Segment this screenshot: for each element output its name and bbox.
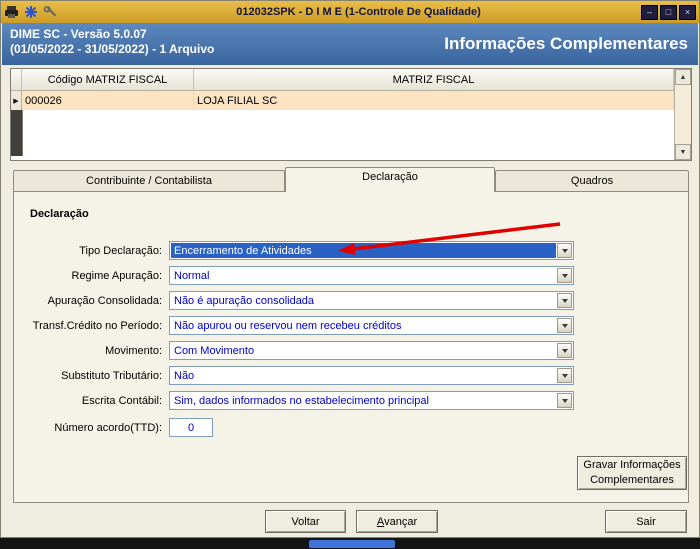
window-title: 012032SPK - D I M E (1-Controle De Quali…	[236, 6, 481, 18]
scroll-down-button[interactable]: ▼	[675, 144, 691, 160]
combo-value: Com Movimento	[174, 344, 255, 357]
taskbar-item[interactable]	[309, 540, 395, 548]
chevron-down-icon	[561, 273, 568, 278]
section-title: Informações Complementares	[444, 34, 688, 53]
screen: 012032SPK - D I M E (1-Controle De Quali…	[0, 0, 700, 549]
regime-apuracao-combobox[interactable]: Normal	[169, 266, 574, 285]
wrench-icon	[43, 6, 57, 17]
close-icon: ×	[684, 6, 691, 17]
grid-header-row: Código MATRIZ FISCAL MATRIZ FISCAL	[11, 69, 674, 91]
close-button[interactable]: ×	[679, 4, 696, 20]
grid-indicator-header	[11, 69, 22, 90]
field-label: Regime Apuração:	[71, 270, 163, 282]
numero-acordo-ttd-input[interactable]	[169, 418, 213, 437]
minimize-button[interactable]: –	[641, 4, 658, 20]
grid-indicator-column	[11, 110, 23, 156]
snowflake-icon	[25, 6, 37, 18]
chevron-down-icon	[561, 248, 568, 253]
chevron-down-icon	[561, 373, 568, 378]
field-label: Movimento:	[105, 345, 162, 357]
field-label: Escrita Contábil:	[81, 395, 162, 407]
gravar-informacoes-button[interactable]: Gravar Informações Complementares	[577, 456, 687, 490]
combo-value: Não é apuração consolidada	[174, 294, 315, 307]
current-row-marker-icon: ▶	[13, 98, 19, 105]
titlebar[interactable]: 012032SPK - D I M E (1-Controle De Quali…	[1, 1, 699, 23]
row-indicator-cell: ▶	[11, 91, 22, 111]
movimento-combobox[interactable]: Com Movimento	[169, 341, 574, 360]
combo-value: Sim, dados informados no estabelecimento…	[174, 394, 429, 407]
field-label: Transf.Crédito no Período:	[32, 320, 162, 332]
field-label: Tipo Declaração:	[79, 245, 162, 257]
field-row-escrita-contabil: Escrita Contábil: Sim, dados informados …	[14, 391, 688, 411]
header-banner: DIME SC - Versão 5.0.07 (01/05/2022 - 31…	[2, 23, 698, 65]
avancar-button[interactable]: Avançar	[356, 510, 438, 533]
transf-credito-combobox[interactable]: Não apurou ou reservou nem recebeu crédi…	[169, 316, 574, 335]
cell-codigo: 000026	[22, 91, 194, 111]
grid-body: Código MATRIZ FISCAL MATRIZ FISCAL ▶ 000…	[11, 69, 674, 160]
cell-matriz: LOJA FILIAL SC	[194, 91, 674, 111]
chevron-down-icon	[561, 323, 568, 328]
taskbar-strip	[0, 538, 700, 549]
field-row-substituto-tributario: Substituto Tributário: Não	[14, 366, 688, 386]
chevron-down-icon	[561, 298, 568, 303]
escrita-contabil-combobox[interactable]: Sim, dados informados no estabelecimento…	[169, 391, 574, 410]
grid-row-selected[interactable]: ▶ 000026 LOJA FILIAL SC	[11, 91, 674, 112]
voltar-button[interactable]: Voltar	[265, 510, 346, 533]
combo-value: Não	[174, 369, 195, 382]
field-label: Número acordo(TTD):	[54, 422, 162, 434]
field-row-movimento: Movimento: Com Movimento	[14, 341, 688, 361]
apuracao-consolidada-combobox[interactable]: Não é apuração consolidada	[169, 291, 574, 310]
minimize-icon: –	[646, 6, 652, 17]
sair-button[interactable]: Sair	[605, 510, 687, 533]
field-row-numero-acordo-ttd: Número acordo(TTD):	[14, 418, 688, 438]
dropdown-arrow-button[interactable]	[557, 368, 572, 383]
printer-icon	[5, 6, 18, 18]
tab-panel-declaracao: Declaração Tipo Declaração: Encerramento…	[13, 191, 689, 503]
dropdown-arrow-button[interactable]	[557, 243, 572, 258]
combo-value: Normal	[174, 269, 210, 282]
grid-vscrollbar[interactable]: ▲ ▼	[674, 69, 691, 160]
column-header-codigo[interactable]: Código MATRIZ FISCAL	[22, 69, 194, 90]
scroll-up-icon: ▲	[679, 73, 687, 81]
field-row-transf-credito: Transf.Crédito no Período: Não apurou ou…	[14, 316, 688, 336]
tab-declaracao[interactable]: Declaração	[285, 167, 495, 192]
field-row-tipo-declaracao: Tipo Declaração: Encerramento de Ativida…	[14, 241, 688, 261]
matriz-grid: Código MATRIZ FISCAL MATRIZ FISCAL ▶ 000…	[10, 68, 692, 161]
field-label: Apuração Consolidada:	[47, 295, 162, 307]
tipo-declaracao-combobox[interactable]: Encerramento de Atividades	[169, 241, 574, 260]
group-title: Declaração	[30, 208, 89, 220]
field-label: Substituto Tributário:	[61, 370, 162, 382]
dropdown-arrow-button[interactable]	[557, 393, 572, 408]
scroll-down-icon: ▼	[679, 148, 687, 156]
tab-bar: Contribuinte / Contabilista Declaração Q…	[13, 166, 689, 192]
app-window: 012032SPK - D I M E (1-Controle De Quali…	[0, 0, 700, 538]
scroll-track[interactable]	[675, 85, 691, 144]
chevron-down-icon	[561, 348, 568, 353]
window-controls: – □ ×	[641, 4, 696, 20]
field-row-apuracao-consolidada: Apuração Consolidada: Não é apuração con…	[14, 291, 688, 311]
combo-value: Não apurou ou reservou nem recebeu crédi…	[174, 319, 402, 332]
tab-contribuinte-contabilista[interactable]: Contribuinte / Contabilista	[13, 170, 285, 191]
dropdown-arrow-button[interactable]	[557, 318, 572, 333]
field-row-regime-apuracao: Regime Apuração: Normal	[14, 266, 688, 286]
substituto-tributario-combobox[interactable]: Não	[169, 366, 574, 385]
dropdown-arrow-button[interactable]	[557, 293, 572, 308]
chevron-down-icon	[561, 398, 568, 403]
scroll-up-button[interactable]: ▲	[675, 69, 691, 85]
column-header-matriz[interactable]: MATRIZ FISCAL	[194, 69, 674, 90]
dropdown-arrow-button[interactable]	[557, 268, 572, 283]
maximize-button[interactable]: □	[660, 4, 677, 20]
titlebar-icons	[4, 5, 76, 19]
grid-empty-area	[11, 110, 674, 160]
tab-quadros[interactable]: Quadros	[495, 170, 689, 191]
maximize-icon: □	[665, 6, 672, 17]
combo-value: Encerramento de Atividades	[171, 243, 556, 258]
dropdown-arrow-button[interactable]	[557, 343, 572, 358]
